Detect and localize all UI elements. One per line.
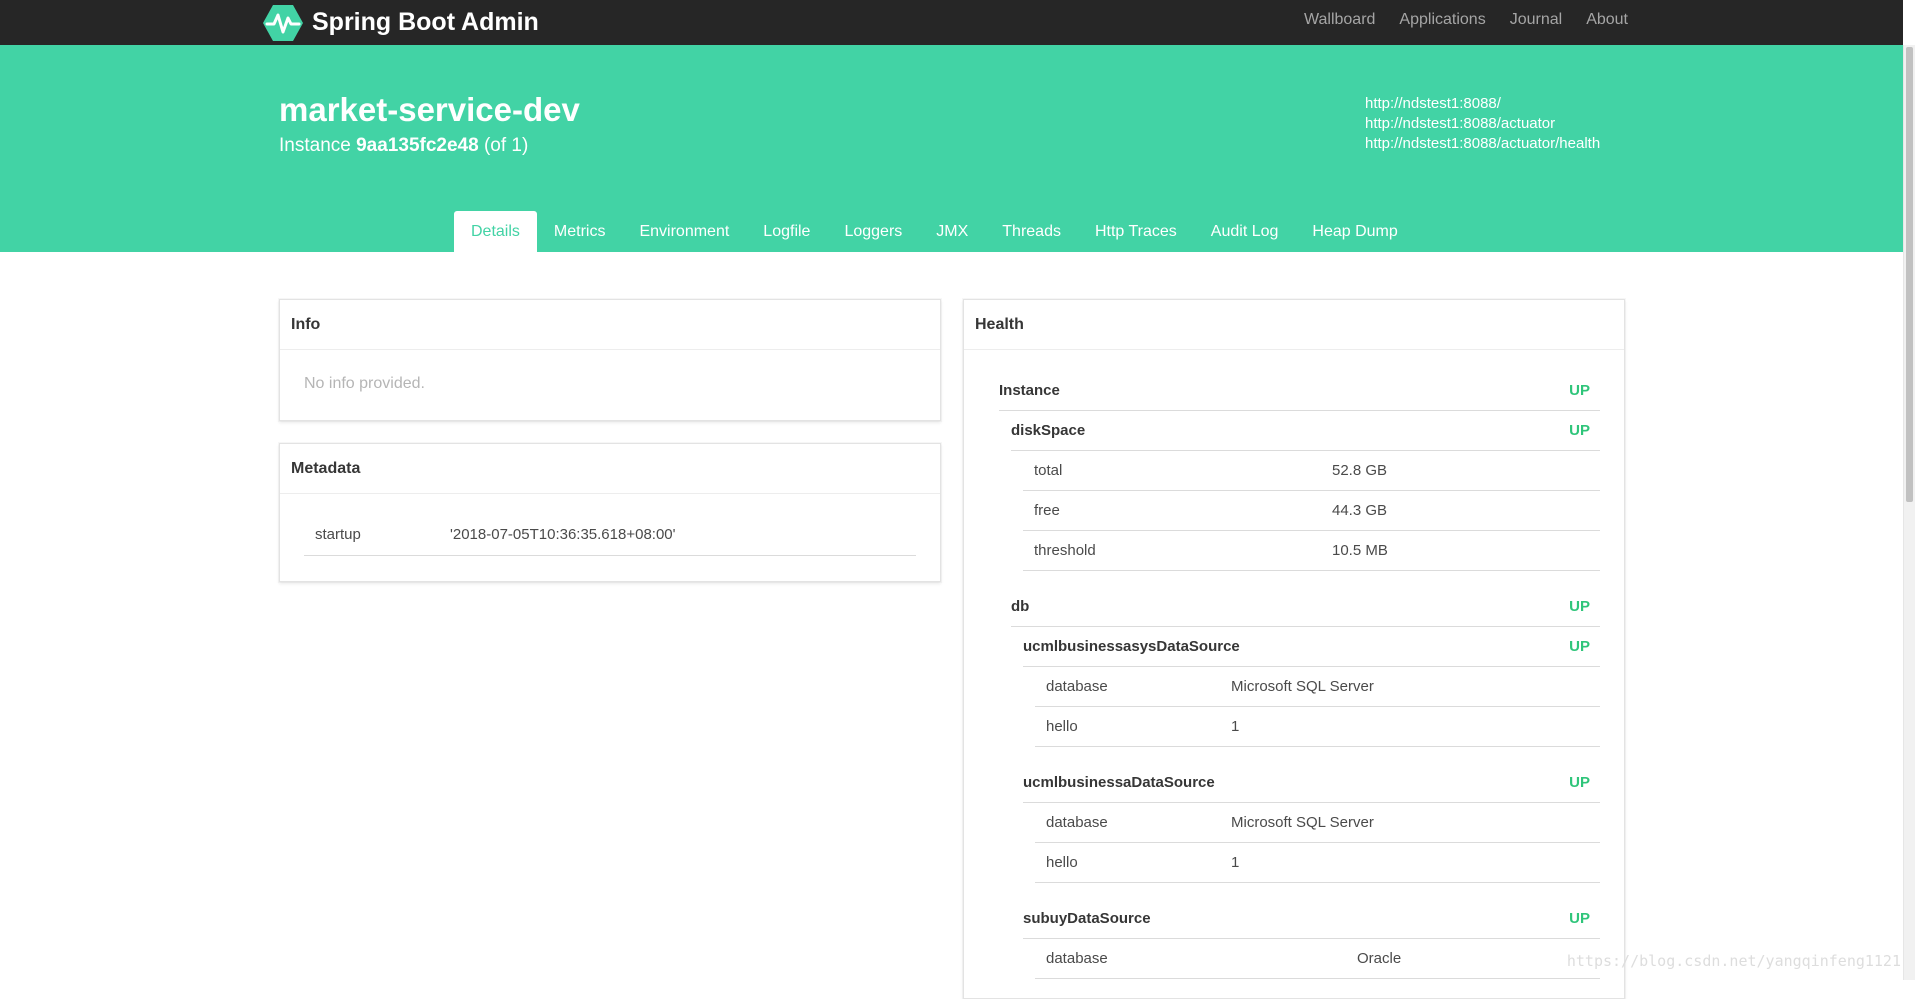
brand[interactable]: Spring Boot Admin [263, 0, 539, 45]
tab-logfile[interactable]: Logfile [746, 211, 827, 252]
metadata-value: '2018-07-05T10:36:35.618+08:00' [439, 514, 916, 556]
health-diskspace-row: diskSpace UP [1011, 411, 1600, 451]
spring-boot-admin-logo-icon [263, 4, 303, 41]
nav-links: Wallboard Applications Journal About [1280, 0, 1628, 40]
info-empty-message: No info provided. [304, 375, 425, 392]
health-detail-key: hello [1046, 854, 1078, 871]
instance-tabs: Details Metrics Environment Logfile Logg… [454, 211, 1415, 252]
health-detail-row: database Microsoft SQL Server [1035, 803, 1600, 843]
health-detail-row: database Oracle [1035, 939, 1600, 979]
health-detail-row: hello 1 [1035, 843, 1600, 883]
health-detail-row: threshold 10.5 MB [1023, 531, 1600, 571]
status-badge: UP [1569, 638, 1590, 655]
health-detail-key: hello [1046, 718, 1078, 735]
health-datasource-row: ucmlbusinessasysDataSource UP [1023, 627, 1600, 667]
health-datasource-row: subuyDataSource UP [1023, 899, 1600, 939]
tab-details[interactable]: Details [454, 211, 537, 252]
status-badge: UP [1569, 382, 1590, 399]
table-row: startup '2018-07-05T10:36:35.618+08:00' [304, 514, 916, 556]
health-detail-value: 1 [1231, 854, 1240, 871]
nav-link-journal[interactable]: Journal [1510, 11, 1562, 29]
health-instance-row: Instance UP [999, 371, 1600, 411]
instance-subtitle: Instance 9aa135fc2e48 (of 1) [279, 135, 528, 157]
health-component-name: ucmlbusinessaDataSource [1023, 774, 1215, 791]
health-component-name: ucmlbusinessasysDataSource [1023, 638, 1240, 655]
instance-count: (of 1) [483, 135, 529, 156]
metadata-table: startup '2018-07-05T10:36:35.618+08:00' [304, 514, 916, 556]
health-detail-key: database [1046, 814, 1108, 831]
status-badge: UP [1569, 774, 1590, 791]
health-detail-value: Oracle [1357, 950, 1402, 967]
metadata-key: startup [304, 514, 439, 556]
tab-loggers[interactable]: Loggers [827, 211, 919, 252]
status-badge: UP [1569, 598, 1590, 615]
health-detail-value: Microsoft SQL Server [1231, 678, 1374, 695]
health-detail-value: Microsoft SQL Server [1231, 814, 1374, 831]
tab-jmx[interactable]: JMX [919, 211, 985, 252]
nav-link-applications[interactable]: Applications [1399, 11, 1485, 29]
tab-environment[interactable]: Environment [622, 211, 746, 252]
health-detail-value: 10.5 MB [1332, 542, 1388, 559]
metadata-card: Metadata startup '2018-07-05T10:36:35.61… [279, 443, 941, 582]
nav-link-about[interactable]: About [1586, 11, 1628, 29]
health-component-name: Instance [999, 382, 1060, 399]
health-detail-key: free [1034, 502, 1060, 519]
tab-metrics[interactable]: Metrics [537, 211, 623, 252]
health-detail-row: database Microsoft SQL Server [1035, 667, 1600, 707]
tab-heap-dump[interactable]: Heap Dump [1295, 211, 1414, 252]
health-detail-row: free 44.3 GB [1023, 491, 1600, 531]
health-detail-key: database [1046, 678, 1108, 695]
health-detail-key: database [1046, 950, 1108, 967]
health-db-row: db UP [1011, 587, 1600, 627]
health-detail-key: total [1034, 462, 1063, 479]
management-url-link[interactable]: http://ndstest1:8088/actuator [1365, 114, 1600, 134]
health-component-name: db [1011, 598, 1030, 615]
watermark: https://blog.csdn.net/yangqinfeng1121 [1566, 952, 1901, 970]
health-url-link[interactable]: http://ndstest1:8088/actuator/health [1365, 134, 1600, 154]
info-card: Info No info provided. [279, 299, 941, 421]
nav-link-wallboard[interactable]: Wallboard [1304, 11, 1375, 29]
page-scrollbar[interactable] [1903, 45, 1915, 980]
health-detail-value: 44.3 GB [1332, 502, 1388, 519]
instance-id: 9aa135fc2e48 [356, 135, 479, 156]
metadata-card-title: Metadata [280, 444, 940, 494]
application-name: market-service-dev [279, 91, 580, 128]
tab-http-traces[interactable]: Http Traces [1078, 211, 1194, 252]
health-component-name: subuyDataSource [1023, 910, 1151, 927]
health-tree: Instance UP diskSpace UP total 52.8 GB f… [964, 350, 1624, 979]
top-navbar: Spring Boot Admin Wallboard Applications… [0, 0, 1903, 45]
health-detail-key: threshold [1034, 542, 1096, 559]
health-card-title: Health [964, 300, 1624, 350]
health-datasource-row: ucmlbusinessaDataSource UP [1023, 763, 1600, 803]
brand-name: Spring Boot Admin [312, 8, 539, 36]
tab-threads[interactable]: Threads [985, 211, 1078, 252]
status-badge: UP [1569, 422, 1590, 439]
tab-audit-log[interactable]: Audit Log [1194, 211, 1296, 252]
instance-hero: market-service-dev Instance 9aa135fc2e48… [0, 45, 1903, 252]
health-component-name: diskSpace [1011, 422, 1086, 439]
scrollbar-thumb[interactable] [1906, 47, 1913, 502]
health-detail-row: total 52.8 GB [1023, 451, 1600, 491]
health-card: Health Instance UP diskSpace UP total 52… [963, 299, 1625, 999]
instance-urls: http://ndstest1:8088/ http://ndstest1:80… [1365, 94, 1600, 154]
service-url-link[interactable]: http://ndstest1:8088/ [1365, 94, 1600, 114]
health-detail-value: 1 [1231, 718, 1240, 735]
instance-prefix: Instance [279, 135, 351, 156]
info-card-title: Info [280, 300, 940, 350]
health-detail-value: 52.8 GB [1332, 462, 1388, 479]
status-badge: UP [1569, 910, 1590, 927]
health-detail-row: hello 1 [1035, 707, 1600, 747]
